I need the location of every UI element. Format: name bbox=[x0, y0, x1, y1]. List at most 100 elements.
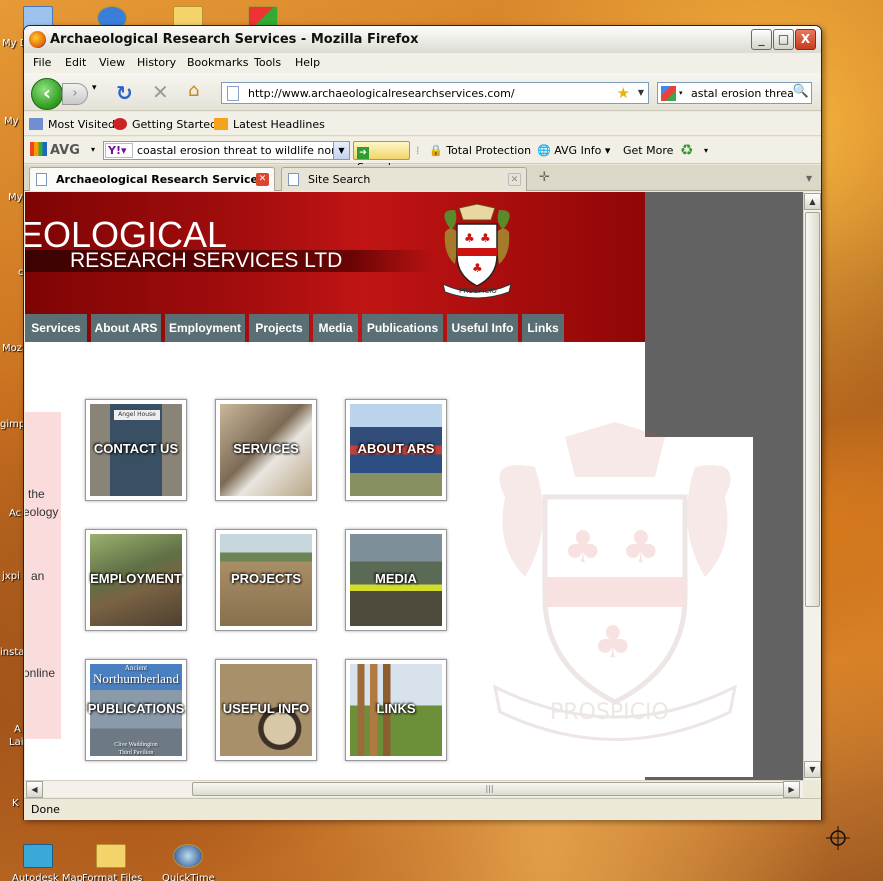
nav-about-ars[interactable]: About ARS bbox=[91, 314, 161, 342]
scroll-left-icon[interactable]: ◀ bbox=[26, 781, 43, 798]
rss-icon bbox=[214, 118, 228, 130]
avg-search-dropdown-icon[interactable]: ▼ bbox=[333, 142, 349, 159]
reload-icon[interactable]: ↻ bbox=[116, 81, 133, 105]
horizontal-scrollbar[interactable]: ◀ ||| ▶ bbox=[25, 780, 803, 798]
lock-icon: 🔒 bbox=[429, 144, 443, 157]
tile-projects[interactable]: PROJECTS bbox=[215, 529, 317, 631]
svg-text:PROSPICIO: PROSPICIO bbox=[459, 287, 497, 295]
avg-dropdown-icon[interactable]: ▾ bbox=[91, 145, 95, 154]
title-bar[interactable]: Archaeological Research Services - Mozil… bbox=[24, 26, 821, 53]
menu-file[interactable]: File bbox=[33, 56, 51, 69]
nav-publications[interactable]: Publications bbox=[362, 314, 443, 342]
stop-icon[interactable]: ✕ bbox=[152, 80, 169, 104]
intro-text: eology bbox=[25, 505, 59, 519]
menu-help[interactable]: Help bbox=[295, 56, 320, 69]
desktop-icon-autodesk[interactable] bbox=[18, 838, 58, 878]
desktop-icon-quicktime[interactable] bbox=[168, 838, 208, 878]
vertical-scroll-thumb[interactable] bbox=[805, 212, 820, 607]
svg-text:♣: ♣ bbox=[621, 522, 660, 573]
url-text: http://www.archaeologicalresearchservice… bbox=[248, 87, 515, 100]
avg-info-button[interactable]: 🌐 AVG Info ▾ bbox=[537, 144, 610, 157]
tab-archaeological-research-services[interactable]: Archaeological Research Services ✕ bbox=[29, 167, 275, 191]
scroll-right-icon[interactable]: ▶ bbox=[783, 781, 800, 798]
forward-arrow-icon[interactable]: › bbox=[62, 83, 88, 105]
status-bar: Done bbox=[24, 798, 821, 820]
tile-contact-us[interactable]: Angel House CONTACT US bbox=[85, 399, 187, 501]
bookmark-most-visited[interactable]: Most Visited bbox=[29, 118, 115, 131]
home-icon[interactable]: ⌂ bbox=[188, 80, 199, 101]
bookmark-star-icon[interactable]: ★ bbox=[617, 84, 630, 102]
get-more-button[interactable]: Get More bbox=[623, 144, 673, 157]
scroll-up-icon[interactable]: ▲ bbox=[804, 193, 821, 210]
nav-links[interactable]: Links bbox=[522, 314, 564, 342]
close-button[interactable]: X bbox=[795, 29, 816, 50]
new-tab-icon[interactable]: ✛ bbox=[539, 170, 550, 185]
navigation-toolbar: ‹ › ▾ ↻ ✕ ⌂ http://www.archaeologicalres… bbox=[24, 73, 821, 111]
minimize-button[interactable]: _ bbox=[751, 29, 772, 50]
menu-view[interactable]: View bbox=[99, 56, 125, 69]
svg-text:♣: ♣ bbox=[593, 617, 632, 668]
horizontal-scroll-thumb[interactable]: ||| bbox=[192, 782, 787, 796]
nav-employment[interactable]: Employment bbox=[165, 314, 245, 342]
menu-bookmarks[interactable]: Bookmarks bbox=[187, 56, 248, 69]
svg-text:PROSPICIO: PROSPICIO bbox=[550, 700, 669, 725]
browser-window: Archaeological Research Services - Mozil… bbox=[23, 25, 822, 820]
scroll-down-icon[interactable]: ▼ bbox=[804, 761, 821, 778]
refresh-toolbar-icon[interactable]: ♻ bbox=[680, 141, 693, 159]
magnifier-icon[interactable]: 🔍 bbox=[792, 84, 809, 99]
desktop-label: gimp bbox=[0, 419, 26, 430]
crest-watermark-icon: ♣ ♣ ♣ PROSPICIO bbox=[475, 417, 755, 747]
avg-search-button[interactable]: ➔Search bbox=[353, 141, 410, 174]
tile-label: CONTACT US bbox=[93, 441, 179, 456]
history-dropdown-icon[interactable]: ▾ bbox=[92, 83, 97, 93]
maximize-button[interactable]: □ bbox=[773, 29, 794, 50]
tile-label: LINKS bbox=[376, 701, 416, 716]
avg-logo[interactable]: AVG bbox=[30, 142, 80, 158]
tile-publications[interactable]: Ancient Northumberland Clive Waddington … bbox=[85, 659, 187, 761]
site-title-bar: RESEARCH SERVICES LTD bbox=[25, 249, 433, 272]
nav-services[interactable]: Services bbox=[25, 314, 87, 342]
firefox-icon bbox=[29, 31, 46, 48]
tab-site-search[interactable]: Site Search ✕ bbox=[281, 167, 527, 191]
vertical-scrollbar[interactable]: ▲ ▼ bbox=[803, 192, 821, 780]
tab-label: Site Search bbox=[308, 173, 371, 186]
avg-logo-text: AVG bbox=[50, 143, 80, 158]
book-author: Clive Waddington bbox=[114, 742, 158, 748]
tile-employment[interactable]: EMPLOYMENT bbox=[85, 529, 187, 631]
desktop-icon-label: QuickTime bbox=[162, 873, 215, 881]
bookmark-getting-started[interactable]: Getting Started bbox=[113, 118, 217, 131]
back-arrow-icon[interactable]: ‹ bbox=[31, 78, 63, 110]
nav-projects[interactable]: Projects bbox=[249, 314, 309, 342]
crosshair-cursor-icon bbox=[826, 826, 850, 850]
avg-search-input[interactable]: Y!▾ coastal erosion threat to wildlife n… bbox=[103, 141, 350, 160]
google-icon[interactable] bbox=[661, 86, 676, 101]
tile-links[interactable]: LINKS bbox=[345, 659, 447, 761]
total-protection-button[interactable]: 🔒 Total Protection bbox=[429, 144, 531, 157]
folder-icon bbox=[29, 118, 43, 130]
tab-close-icon[interactable]: ✕ bbox=[508, 173, 521, 186]
tile-label: ABOUT ARS bbox=[357, 441, 435, 456]
menu-edit[interactable]: Edit bbox=[65, 56, 86, 69]
desktop-icon-format-files[interactable] bbox=[91, 838, 131, 878]
desktop-icon-label: Format Files bbox=[82, 873, 143, 881]
url-bar[interactable]: http://www.archaeologicalresearchservice… bbox=[221, 82, 649, 104]
tile-media[interactable]: MEDIA bbox=[345, 529, 447, 631]
page-icon bbox=[288, 173, 299, 186]
menu-tools[interactable]: Tools bbox=[254, 56, 281, 69]
url-dropdown-icon[interactable]: ▼ bbox=[638, 88, 644, 97]
tab-list-dropdown-icon[interactable]: ▼ bbox=[806, 174, 812, 183]
tile-useful-info[interactable]: USEFUL INFO bbox=[215, 659, 317, 761]
nav-useful-info[interactable]: Useful Info bbox=[447, 314, 518, 342]
toolbar-dropdown-icon[interactable]: ▾ bbox=[704, 146, 708, 155]
coat-of-arms-icon: ♣ ♣ ♣ PROSPICIO bbox=[437, 203, 517, 300]
tile-about-ars[interactable]: ABOUT ARS bbox=[345, 399, 447, 501]
engine-dropdown-icon[interactable]: ▾ bbox=[679, 89, 683, 97]
intro-text: the bbox=[28, 487, 45, 501]
bookmark-latest-headlines[interactable]: Latest Headlines bbox=[214, 118, 325, 131]
yahoo-icon[interactable]: Y!▾ bbox=[105, 143, 133, 158]
nav-media[interactable]: Media bbox=[313, 314, 358, 342]
search-input[interactable]: ▾ astal erosion threat l 🔍 bbox=[657, 82, 812, 104]
tab-close-icon[interactable]: ✕ bbox=[256, 173, 269, 186]
menu-history[interactable]: History bbox=[137, 56, 176, 69]
tile-services[interactable]: SERVICES bbox=[215, 399, 317, 501]
